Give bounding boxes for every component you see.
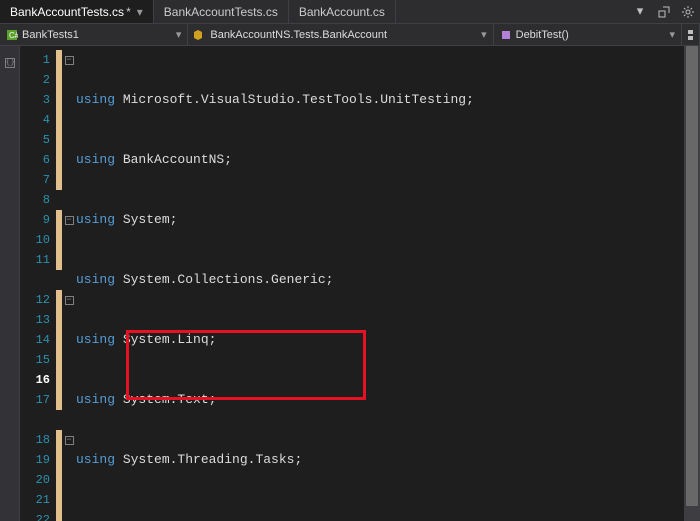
method-icon xyxy=(500,29,512,41)
code-editor[interactable]: {} 1 2 3 4 5 6 7 8 9 10 11 12 13 14 15 1… xyxy=(0,46,700,521)
nav-namespace[interactable]: BankAccountNS.Tests.BankAccount ▾ xyxy=(188,24,493,45)
line-number xyxy=(20,270,56,290)
line-number: 11 xyxy=(20,250,56,270)
tab-bankaccount[interactable]: BankAccount.cs xyxy=(289,0,396,23)
line-number: 7 xyxy=(20,170,56,190)
svg-text:C#: C# xyxy=(9,31,18,40)
line-number: 10 xyxy=(20,230,56,250)
tab-strip: BankAccountTests.cs* ▾ BankAccountTests.… xyxy=(0,0,700,24)
fold-toggle[interactable]: − xyxy=(62,210,76,230)
scrollbar-thumb[interactable] xyxy=(686,46,698,506)
nav-member[interactable]: DebitTest() ▾ xyxy=(494,24,682,45)
line-number: 18 xyxy=(20,430,56,450)
nav-namespace-label: BankAccountNS.Tests.BankAccount xyxy=(210,29,387,41)
tab-bankaccounttests[interactable]: BankAccountTests.cs xyxy=(154,0,289,23)
chevron-down-icon: ▾ xyxy=(176,28,182,41)
line-number: 12 xyxy=(20,290,56,310)
line-number: 21 xyxy=(20,490,56,510)
split-editor-icon[interactable] xyxy=(682,24,700,45)
csharp-project-icon: C# xyxy=(6,29,18,41)
code-area[interactable]: using Microsoft.VisualStudio.TestTools.U… xyxy=(76,46,700,521)
fold-toggle[interactable]: − xyxy=(62,290,76,310)
window-dropdown-icon[interactable]: ▾ xyxy=(628,0,652,23)
line-number xyxy=(20,410,56,430)
tab-label: BankAccount.cs xyxy=(299,5,385,19)
collapse-margin[interactable]: {} xyxy=(0,46,20,521)
line-number: 17 xyxy=(20,390,56,410)
line-number: 14 xyxy=(20,330,56,350)
modified-indicator: * xyxy=(126,5,131,19)
tab-label: BankAccountTests.cs xyxy=(164,5,278,19)
line-number-current: 16 xyxy=(20,370,56,390)
line-number: 15 xyxy=(20,350,56,370)
nav-member-label: DebitTest() xyxy=(516,29,569,41)
line-number: 6 xyxy=(20,150,56,170)
code-navigation-bar: C# BankTests1 ▾ BankAccountNS.Tests.Bank… xyxy=(0,24,700,46)
promote-tab-icon[interactable] xyxy=(652,0,676,23)
line-number-gutter: 1 2 3 4 5 6 7 8 9 10 11 12 13 14 15 16 1… xyxy=(20,46,56,521)
chevron-down-icon: ▾ xyxy=(481,28,487,41)
line-number: 1 xyxy=(20,50,56,70)
vertical-scrollbar[interactable] xyxy=(684,46,700,521)
line-number: 8 xyxy=(20,190,56,210)
class-icon xyxy=(194,29,206,41)
line-number: 20 xyxy=(20,470,56,490)
line-number: 4 xyxy=(20,110,56,130)
line-number: 9 xyxy=(20,210,56,230)
chevron-down-icon: ▾ xyxy=(669,28,675,41)
fold-toggle[interactable]: − xyxy=(62,430,76,450)
nav-project-label: BankTests1 xyxy=(22,29,79,41)
tab-dropdown-icon[interactable]: ▾ xyxy=(137,5,143,19)
line-number: 13 xyxy=(20,310,56,330)
line-number: 2 xyxy=(20,70,56,90)
line-number: 5 xyxy=(20,130,56,150)
line-number: 19 xyxy=(20,450,56,470)
nav-project[interactable]: C# BankTests1 ▾ xyxy=(0,24,188,45)
line-number: 3 xyxy=(20,90,56,110)
fold-toggle[interactable]: − xyxy=(62,50,76,70)
tab-label: BankAccountTests.cs xyxy=(10,5,124,19)
tab-bankaccounttests-modified[interactable]: BankAccountTests.cs* ▾ xyxy=(0,0,154,23)
line-number: 22 xyxy=(20,510,56,521)
settings-icon[interactable] xyxy=(676,0,700,23)
fold-column: − − − − xyxy=(62,46,76,521)
